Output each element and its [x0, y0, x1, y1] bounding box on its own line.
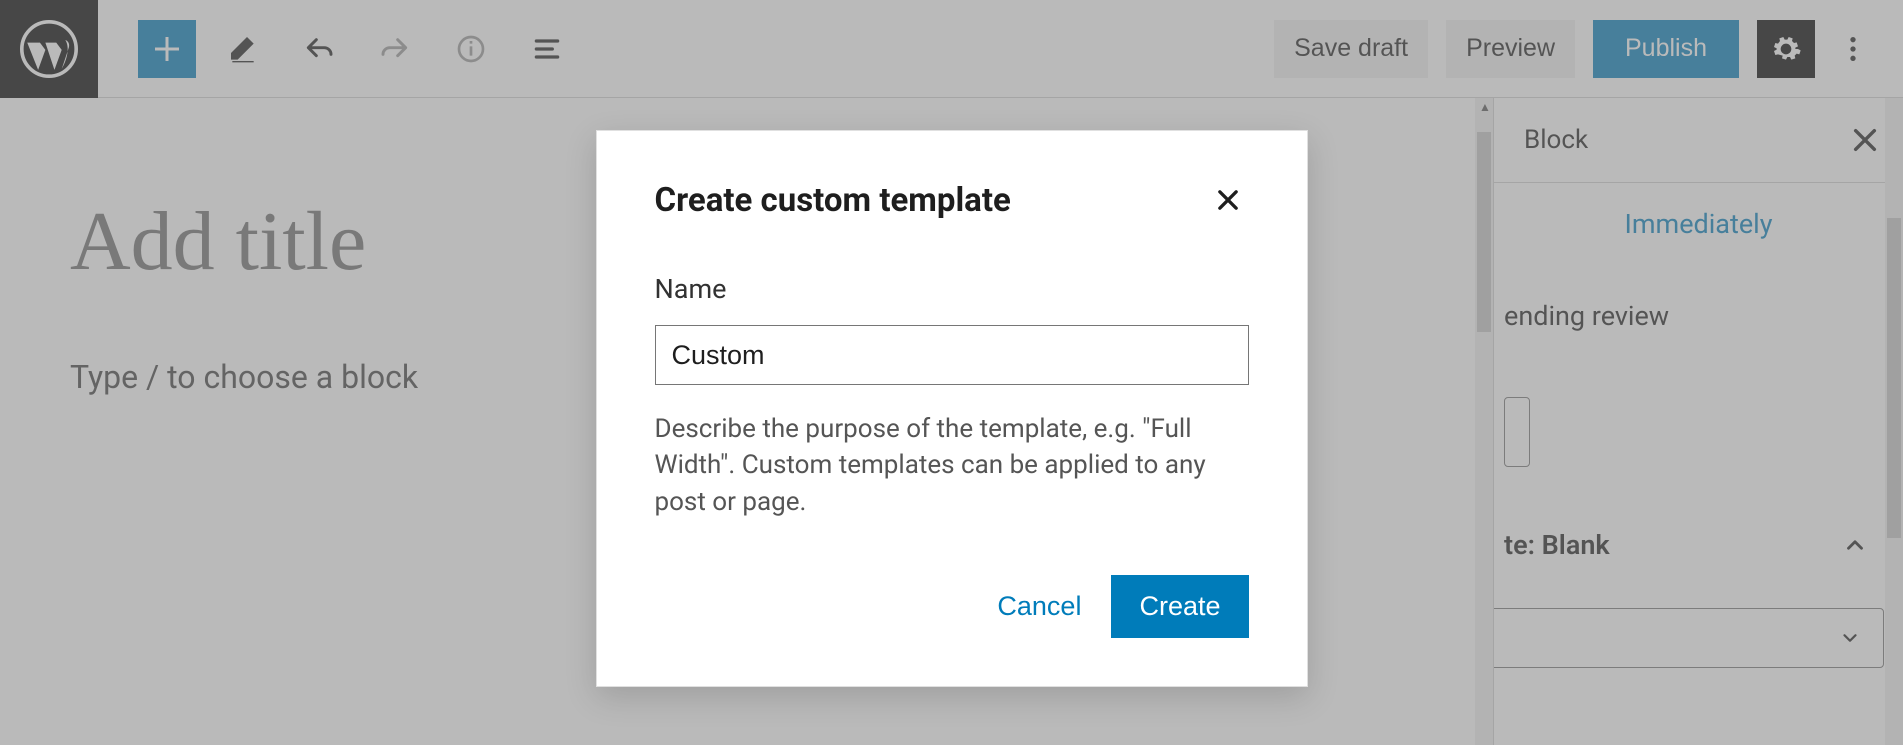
create-button[interactable]: Create	[1111, 575, 1248, 638]
name-label: Name	[655, 273, 1249, 305]
template-name-input[interactable]	[655, 325, 1249, 385]
modal-close-button[interactable]	[1207, 179, 1249, 221]
modal-header: Create custom template	[655, 179, 1249, 221]
template-hint-text: Describe the purpose of the template, e.…	[655, 411, 1249, 520]
modal-title: Create custom template	[655, 181, 1011, 220]
cancel-button[interactable]: Cancel	[977, 577, 1101, 636]
close-icon	[1214, 186, 1242, 214]
modal-actions: Cancel Create	[655, 575, 1249, 638]
create-template-modal: Create custom template Name Describe the…	[596, 130, 1308, 687]
